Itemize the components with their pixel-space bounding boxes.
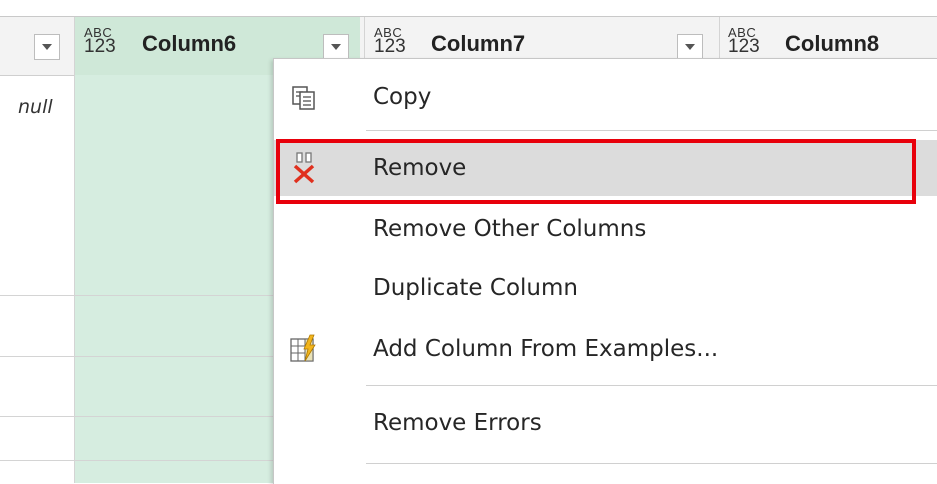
menu-item-remove-errors[interactable]: Remove Errors <box>274 395 937 451</box>
column-context-menu: Copy Remove Remove Other Columns Duplica… <box>273 58 937 484</box>
add-column-from-examples-icon <box>288 333 320 365</box>
menu-item-label: Add Column From Examples... <box>373 336 719 362</box>
selected-column-body[interactable] <box>75 75 275 483</box>
chevron-down-icon <box>42 44 52 50</box>
grid-top-bar <box>0 0 937 17</box>
menu-item-label: Copy <box>373 84 432 110</box>
copy-icon <box>288 81 320 113</box>
chevron-down-icon <box>331 44 341 50</box>
column6-filter-button[interactable] <box>323 34 349 60</box>
menu-item-label: Remove Errors <box>373 410 542 436</box>
menu-separator <box>366 385 937 386</box>
chevron-down-icon <box>685 44 695 50</box>
menu-item-duplicate-column[interactable]: Duplicate Column <box>274 260 937 316</box>
any-type-icon[interactable]: ABC 123 <box>374 26 406 56</box>
menu-item-label: Remove Other Columns <box>373 216 647 242</box>
row-divider <box>0 356 275 357</box>
column-title: Column6 <box>142 31 237 56</box>
menu-item-add-column-from-examples[interactable]: Add Column From Examples... <box>274 321 937 377</box>
column-title: Column8 <box>785 31 880 56</box>
any-type-icon[interactable]: ABC 123 <box>84 26 116 56</box>
highlight-annotation <box>276 139 916 204</box>
column-divider <box>74 17 75 483</box>
menu-item-copy[interactable]: Copy <box>274 69 937 125</box>
table-cell-null[interactable]: null <box>18 96 53 118</box>
any-type-icon[interactable]: ABC 123 <box>728 26 760 56</box>
column7-filter-button[interactable] <box>677 34 703 60</box>
row-divider <box>0 416 275 417</box>
previous-column-filter-button[interactable] <box>34 34 60 60</box>
menu-item-label: Duplicate Column <box>373 275 578 301</box>
column-title: Column7 <box>431 31 526 56</box>
menu-item-remove-other-columns[interactable]: Remove Other Columns <box>274 201 937 257</box>
menu-separator <box>366 130 937 131</box>
row-divider <box>0 460 275 461</box>
menu-separator <box>366 463 937 464</box>
row-divider <box>0 295 275 296</box>
